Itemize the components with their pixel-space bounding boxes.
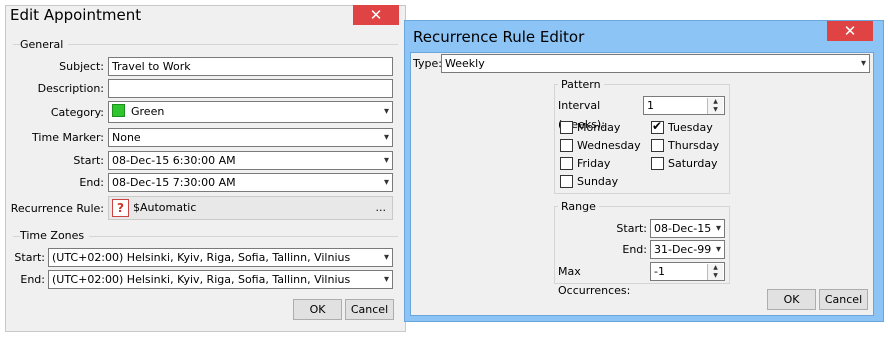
- start-label: Start:: [73, 154, 104, 167]
- recurrence-type-select[interactable]: Weekly ▾: [441, 54, 870, 73]
- max-occurrences-spinner[interactable]: -1 ▲ ▼: [650, 262, 725, 281]
- edit-appointment-title: Edit Appointment: [10, 6, 142, 24]
- recurrence-editor-close-button[interactable]: ✕: [827, 21, 873, 41]
- friday-checkbox[interactable]: [560, 157, 573, 170]
- end-label: End:: [79, 176, 104, 189]
- recurrence-type-value: Weekly: [445, 57, 485, 70]
- recurrence-rule-field[interactable]: ? $Automatic ...: [108, 196, 393, 220]
- thursday-label: Thursday: [668, 139, 720, 152]
- close-icon: ✕: [843, 22, 857, 40]
- end-value: 08-Dec-15 7:30:00 AM: [112, 176, 236, 189]
- thursday-checkbox[interactable]: [651, 139, 664, 152]
- chevron-down-icon: ▾: [860, 58, 866, 69]
- edit-appointment-close-button[interactable]: ✕: [353, 5, 399, 25]
- tz-start-select[interactable]: (UTC+02:00) Helsinki, Kyiv, Riga, Sofia,…: [48, 248, 393, 267]
- range-end-picker[interactable]: 31-Dec-99 ▾: [650, 240, 725, 259]
- saturday-checkbox[interactable]: [651, 157, 664, 170]
- spin-down-icon[interactable]: ▼: [713, 106, 718, 113]
- category-color-swatch: [112, 104, 125, 117]
- subject-input[interactable]: Travel to Work: [108, 57, 393, 76]
- recurrence-ok-button[interactable]: OK: [767, 289, 816, 310]
- appointment-ok-button[interactable]: OK: [293, 299, 342, 320]
- recurrence-rule-value: $Automatic: [133, 201, 197, 214]
- tz-start-value: (UTC+02:00) Helsinki, Kyiv, Riga, Sofia,…: [52, 251, 351, 264]
- chevron-down-icon: ▾: [715, 244, 721, 255]
- recurrence-cancel-button[interactable]: Cancel: [819, 289, 868, 310]
- category-value: Green: [131, 105, 165, 118]
- range-start-value: 08-Dec-15: [654, 222, 712, 235]
- sunday-label: Sunday: [577, 175, 619, 188]
- recurrence-help-icon: ?: [112, 199, 129, 217]
- tz-end-value: (UTC+02:00) Helsinki, Kyiv, Riga, Sofia,…: [52, 273, 351, 286]
- monday-checkbox[interactable]: [560, 121, 573, 134]
- end-datetime-picker[interactable]: 08-Dec-15 7:30:00 AM ▾: [108, 173, 393, 192]
- wednesday-checkbox[interactable]: [560, 139, 573, 152]
- saturday-label: Saturday: [668, 157, 718, 170]
- subject-label: Subject:: [59, 60, 104, 73]
- wednesday-label: Wednesday: [577, 139, 641, 152]
- range-start-label: Start:: [616, 222, 647, 235]
- spinner-arrows[interactable]: ▲ ▼: [707, 264, 723, 280]
- range-start-picker[interactable]: 08-Dec-15 ▾: [650, 219, 725, 238]
- description-label: Description:: [37, 82, 104, 95]
- spinner-arrows[interactable]: ▲ ▼: [707, 98, 723, 114]
- range-end-value: 31-Dec-99: [654, 243, 712, 256]
- interval-spinner[interactable]: 1 ▲ ▼: [643, 96, 725, 115]
- recurrence-rule-label: Recurrence Rule:: [10, 202, 104, 215]
- tuesday-checkbox[interactable]: [651, 119, 664, 134]
- appointment-cancel-button[interactable]: Cancel: [345, 299, 394, 320]
- recurrence-more-button[interactable]: ...: [376, 197, 387, 219]
- general-separator: [13, 44, 398, 45]
- spin-up-icon[interactable]: ▲: [713, 264, 718, 271]
- spin-down-icon[interactable]: ▼: [713, 272, 718, 279]
- spin-up-icon[interactable]: ▲: [713, 98, 718, 105]
- time-marker-value: None: [112, 131, 141, 144]
- monday-label: Monday: [577, 121, 621, 134]
- time-marker-label: Time Marker:: [32, 131, 104, 144]
- time-marker-select[interactable]: None ▾: [108, 128, 393, 147]
- max-occurrences-label: Max Occurrences:: [558, 265, 631, 297]
- tz-end-label: End:: [20, 273, 45, 286]
- close-icon: ✕: [369, 6, 383, 24]
- friday-label: Friday: [577, 157, 611, 170]
- category-select[interactable]: Green ▾: [108, 101, 393, 123]
- description-input[interactable]: [108, 79, 393, 98]
- chevron-down-icon: ▾: [383, 155, 389, 166]
- chevron-down-icon: ▾: [383, 252, 389, 263]
- start-value: 08-Dec-15 6:30:00 AM: [112, 154, 236, 167]
- chevron-down-icon: ▾: [383, 106, 389, 117]
- tz-start-label: Start:: [14, 251, 45, 264]
- chevron-down-icon: ▾: [383, 132, 389, 143]
- start-datetime-picker[interactable]: 08-Dec-15 6:30:00 AM ▾: [108, 151, 393, 170]
- chevron-down-icon: ▾: [383, 274, 389, 285]
- general-group-label: General: [20, 38, 69, 51]
- sunday-checkbox[interactable]: [560, 175, 573, 188]
- type-label: Type:: [413, 57, 442, 70]
- chevron-down-icon: ▾: [715, 223, 721, 234]
- range-group-label: Range: [558, 200, 599, 213]
- recurrence-editor-title: Recurrence Rule Editor: [413, 28, 585, 46]
- tz-end-select[interactable]: (UTC+02:00) Helsinki, Kyiv, Riga, Sofia,…: [48, 270, 393, 289]
- interval-value: 1: [647, 99, 654, 112]
- pattern-group-label: Pattern: [558, 78, 604, 91]
- range-end-label: End:: [622, 243, 647, 256]
- category-label: Category:: [50, 106, 104, 119]
- tuesday-label: Tuesday: [668, 121, 713, 134]
- time-zones-group-label: Time Zones: [20, 229, 90, 242]
- max-occurrences-value: -1: [654, 265, 665, 278]
- chevron-down-icon: ▾: [383, 177, 389, 188]
